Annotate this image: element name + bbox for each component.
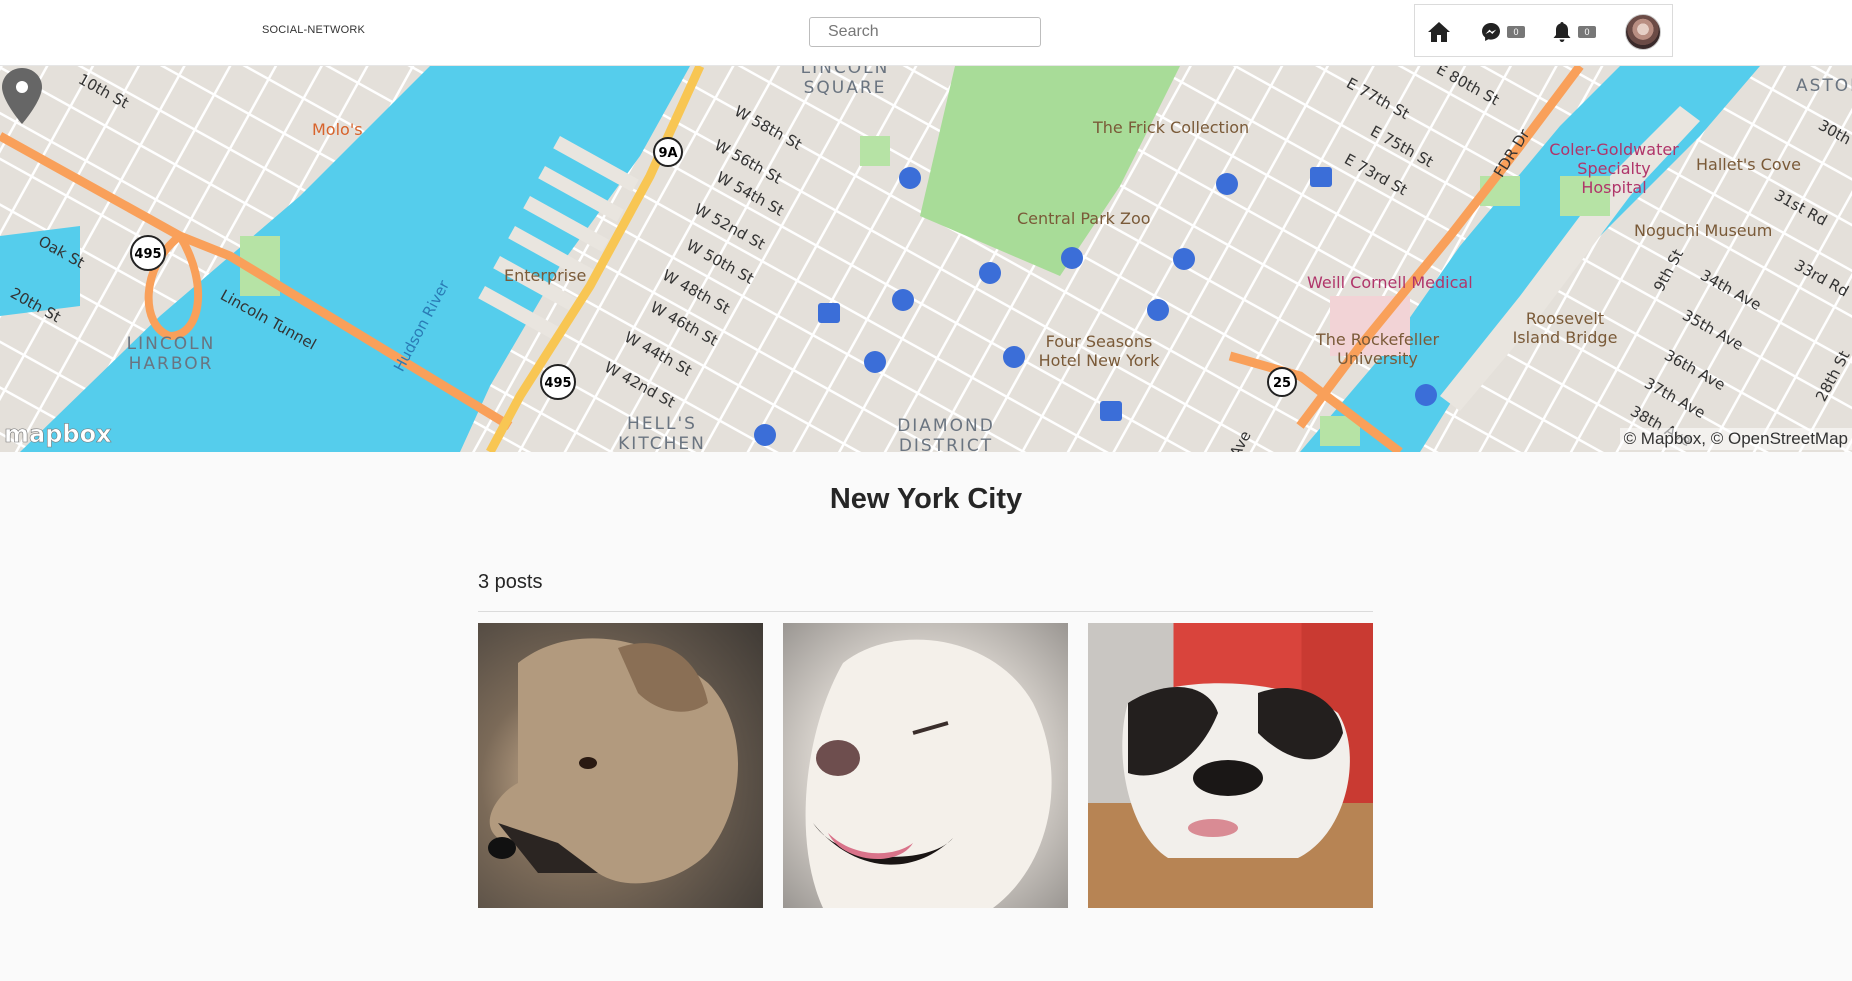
divider (478, 611, 1373, 612)
bell-icon (1553, 21, 1571, 42)
dog-photo (805, 639, 1052, 908)
location-map[interactable]: 9A 495 495 25 Molo's Lincoln Tunnel Huds… (0, 66, 1852, 452)
map-label-weill-cornell: Weill Cornell Medical (1307, 273, 1473, 292)
map-label-diamond-district: DIAMOND DISTRICT (897, 416, 995, 452)
dog-photo (1088, 683, 1373, 908)
avatar (1625, 13, 1661, 50)
notifications-button[interactable]: 0 (1552, 5, 1596, 58)
map-label-rockefeller-university: The Rockefeller University (1315, 330, 1440, 368)
map-label-astoria: ASTOR (1796, 76, 1852, 96)
map-label-coler-goldwater: Coler-Goldwater Specialty Hospital (1549, 140, 1679, 197)
location-pin-icon (2, 68, 42, 124)
map-label-lincoln-square: LINCOLN SQUARE (800, 66, 890, 98)
mapbox-logo[interactable]: mapbox (4, 420, 112, 449)
map-label-four-seasons: Four Seasons Hotel New York (1038, 332, 1160, 370)
dog-photo (488, 638, 738, 884)
top-navbar: SOCIAL-NETWORK 0 0 (0, 0, 1852, 66)
map-label-hallets-cove: Hallet's Cove (1696, 155, 1801, 174)
search-input[interactable] (809, 17, 1041, 47)
map-label-noguchi-museum: Noguchi Museum (1634, 221, 1773, 240)
post-thumbnail[interactable] (783, 623, 1068, 908)
page-title: New York City (829, 483, 1023, 515)
post-thumbnail[interactable] (478, 623, 763, 908)
map-label-molos: Molo's (312, 120, 363, 139)
map-label-enterprise: Enterprise (504, 266, 587, 285)
home-button[interactable] (1427, 5, 1451, 58)
map-label-frick-collection: The Frick Collection (1093, 118, 1250, 137)
map-label-hells-kitchen: HELL'S KITCHEN (618, 414, 706, 452)
map-canvas: 9A 495 495 25 (0, 66, 1852, 452)
map-label-roosevelt-bridge: Roosevelt Island Bridge (1512, 309, 1618, 347)
posts-count: 3 posts (478, 571, 543, 593)
route-shield-495: 495 (544, 376, 571, 391)
route-shield-495: 495 (134, 247, 161, 262)
post-thumbnail[interactable] (1088, 623, 1373, 908)
notifications-count-badge: 0 (1578, 25, 1596, 38)
map-attribution[interactable]: © Mapbox, © OpenStreetMap (1619, 428, 1852, 450)
route-shield-25: 25 (1273, 376, 1291, 391)
map-label-lincoln-harbor: LINCOLN HARBOR (126, 334, 216, 374)
profile-avatar-button[interactable] (1625, 5, 1661, 58)
brand-logo[interactable]: SOCIAL-NETWORK (262, 24, 365, 36)
messenger-icon (1482, 22, 1500, 41)
nav-icons-group: 0 0 (1414, 4, 1673, 57)
messages-count-badge: 0 (1507, 25, 1525, 38)
route-shield-9a: 9A (658, 146, 677, 161)
messages-button[interactable]: 0 (1481, 5, 1525, 58)
home-icon (1428, 21, 1450, 42)
map-label-central-park-zoo: Central Park Zoo (1017, 209, 1151, 228)
